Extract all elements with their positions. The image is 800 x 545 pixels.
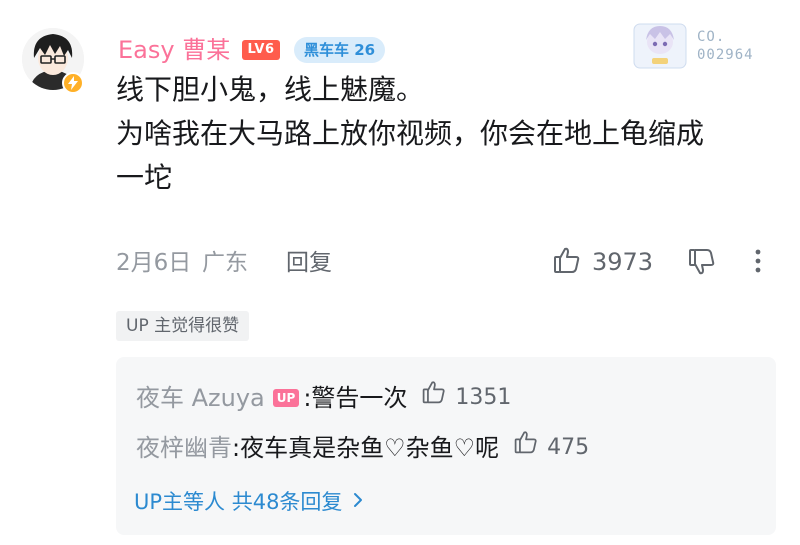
fan-badge[interactable]: 黑车车 26 (294, 37, 386, 63)
like-button[interactable]: 3973 (552, 244, 653, 280)
up-badge: UP (272, 388, 300, 407)
content-line: 一坨 (116, 161, 173, 194)
more-replies-label: UP主等人 共48条回复 (134, 490, 343, 514)
card-label: CO. (697, 29, 726, 45)
up-liked-tag: UP 主觉得很赞 (116, 311, 250, 341)
chevron-right-icon (352, 487, 364, 517)
reply-text: 警告一次 (311, 383, 408, 412)
comment-content: 线下胆小鬼，线上魅魔。 为啥我在大马路上放你视频，你会在地上龟缩成 一坨 (116, 68, 776, 200)
more-replies-link[interactable]: UP主等人 共48条回复 (134, 487, 364, 517)
thumbs-up-icon (421, 379, 447, 416)
reply-separator: : (232, 433, 241, 462)
reply-button[interactable]: 回复 (286, 248, 332, 278)
reply-like[interactable]: 1351 (421, 379, 511, 416)
card-number: CO. 002964 (697, 28, 754, 64)
replies-box: 夜车 Azuya UP : 警告一次 1351 夜梓幽青 : 夜车真是杂鱼♡杂鱼… (116, 357, 776, 535)
reply-author[interactable]: 夜梓幽青 (136, 431, 232, 465)
content-line: 线下胆小鬼，线上魅魔。 (116, 73, 425, 106)
username[interactable]: Easy 曹某 (118, 34, 230, 66)
reply-item[interactable]: 夜车 Azuya UP : 警告一次 1351 (136, 379, 511, 416)
reply-author[interactable]: 夜车 Azuya (136, 381, 265, 415)
thumbs-down-icon[interactable] (687, 246, 717, 282)
lightning-badge-icon (62, 72, 84, 94)
content-line: 为啥我在大马路上放你视频，你会在地上龟缩成 (116, 117, 705, 150)
reply-separator: : (303, 383, 312, 412)
decoration-card-image (632, 20, 688, 70)
comment-location: 广东 (202, 250, 248, 276)
reply-text: 夜车真是杂鱼♡杂鱼♡呢 (240, 433, 500, 462)
level-badge: LV6 (242, 40, 280, 60)
reply-like[interactable]: 475 (513, 429, 589, 466)
like-count: 3973 (592, 248, 654, 276)
comment-date: 2月6日 (116, 250, 192, 276)
thumbs-up-icon (552, 245, 582, 279)
vertical-dots-icon[interactable] (750, 246, 766, 280)
reply-like-count: 475 (547, 434, 590, 460)
reply-item[interactable]: 夜梓幽青 : 夜车真是杂鱼♡杂鱼♡呢 475 (136, 429, 589, 466)
thumbs-up-icon (513, 429, 539, 466)
card-serial: 002964 (697, 47, 754, 63)
reply-like-count: 1351 (455, 384, 512, 410)
